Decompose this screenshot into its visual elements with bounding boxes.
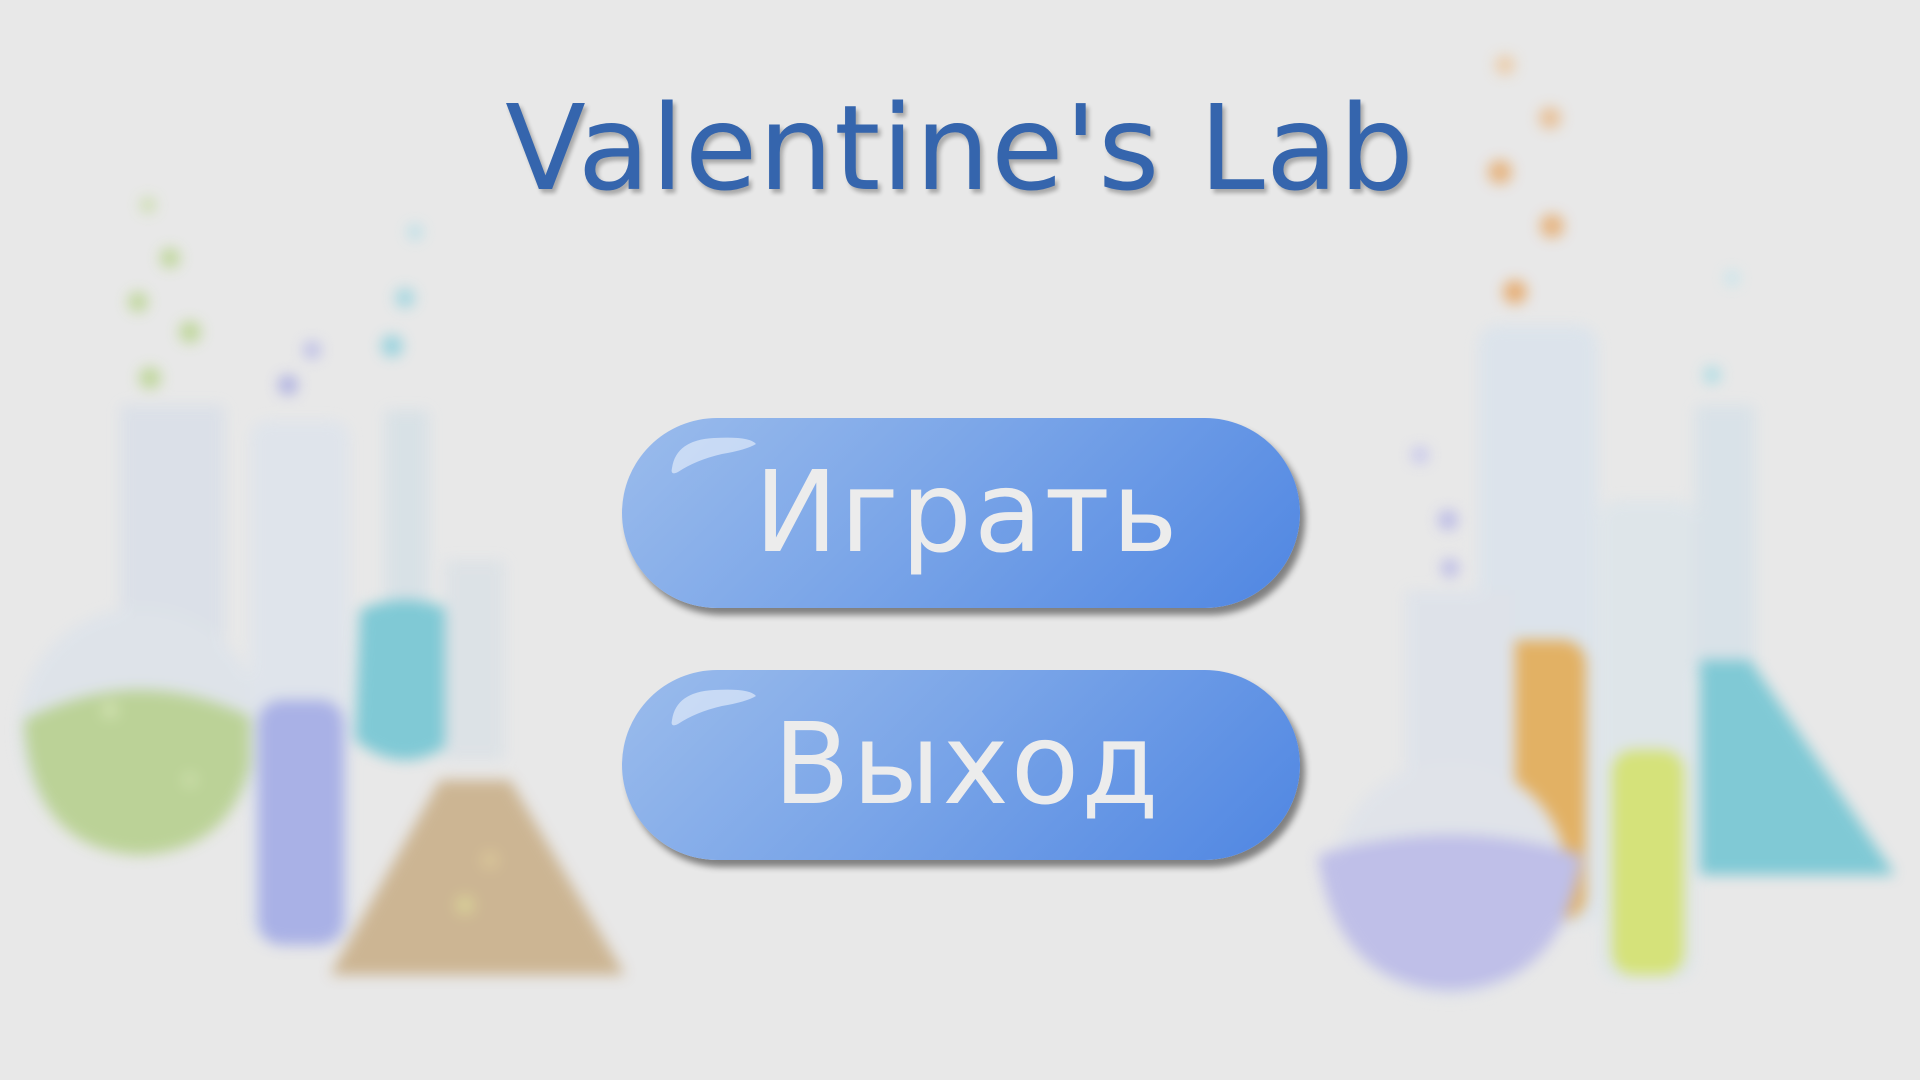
button-shine-icon <box>671 437 756 474</box>
bubbles-green-icon <box>128 197 201 389</box>
exit-button-label: Выход <box>773 700 1161 830</box>
test-tube-purple-icon <box>250 341 350 945</box>
test-tube-lime-icon <box>1600 500 1695 980</box>
main-menu-screen: Valentine's Lab Играть Выход <box>0 0 1920 1080</box>
conical-flask-teal-icon <box>1695 270 1895 875</box>
round-flask-green-icon <box>18 405 262 855</box>
button-shine-icon <box>671 689 756 726</box>
game-title: Valentine's Lab <box>505 79 1415 217</box>
flask-teal-icon <box>355 224 455 760</box>
play-button-label: Играть <box>754 448 1180 578</box>
play-button[interactable]: Играть <box>622 418 1300 608</box>
exit-button[interactable]: Выход <box>622 670 1300 860</box>
